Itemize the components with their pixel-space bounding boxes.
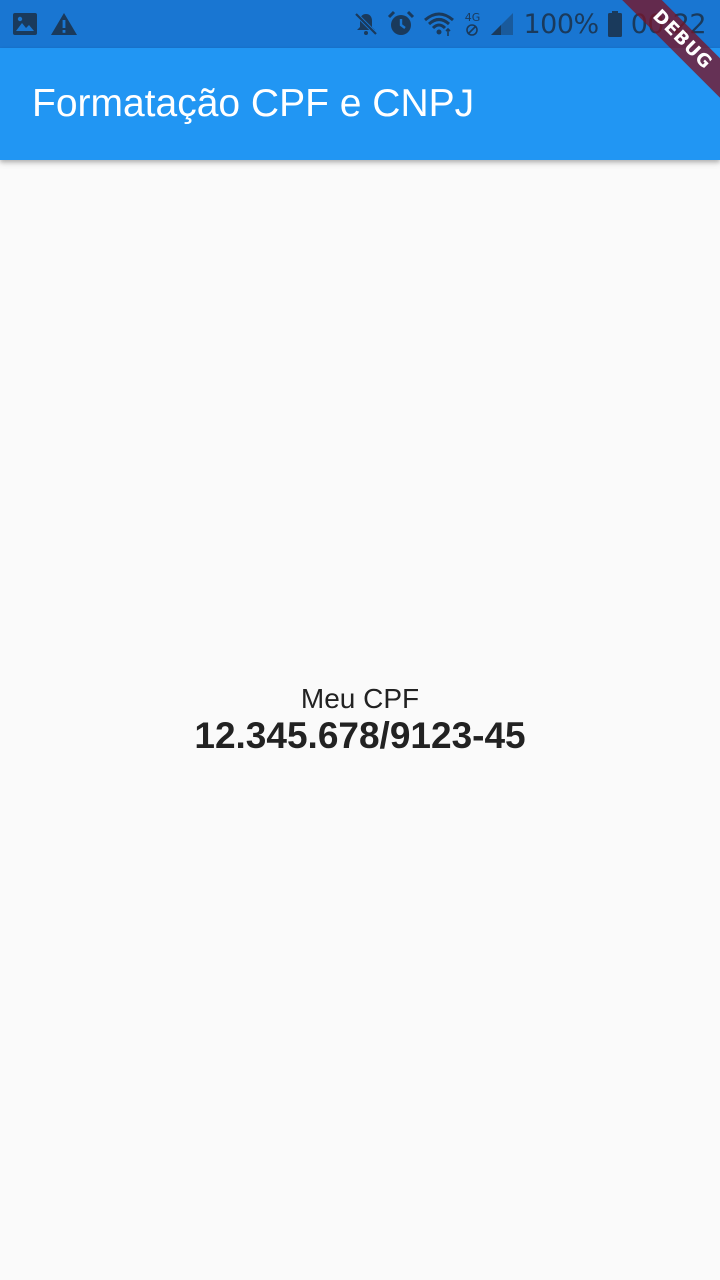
main-content: Meu CPF 12.345.678/9123-45 [0, 160, 720, 1280]
cpf-display: Meu CPF 12.345.678/9123-45 [0, 682, 720, 756]
mute-icon [353, 11, 379, 37]
cpf-label: Meu CPF [300, 683, 420, 714]
wifi-icon [423, 11, 455, 37]
battery-icon [607, 10, 623, 38]
image-icon [12, 12, 38, 36]
warning-icon [50, 12, 78, 36]
status-bar-left [12, 10, 78, 38]
app-bar: Formatação CPF e CNPJ [0, 48, 720, 160]
network-4g-icon: 4G [463, 12, 481, 37]
page-title: Formatação CPF e CNPJ [32, 82, 475, 125]
clock: 00:22 [630, 8, 707, 40]
network-label: 4G [464, 10, 481, 24]
signal-icon [489, 11, 515, 37]
battery-percent: 100% [523, 8, 599, 40]
status-bar: 4G 100% 00:22 [0, 0, 720, 48]
status-bar-right: 4G 100% 00:22 [353, 8, 707, 40]
alarm-icon [387, 10, 415, 38]
cpf-value: 12.345.678/9123-45 [194, 715, 526, 756]
